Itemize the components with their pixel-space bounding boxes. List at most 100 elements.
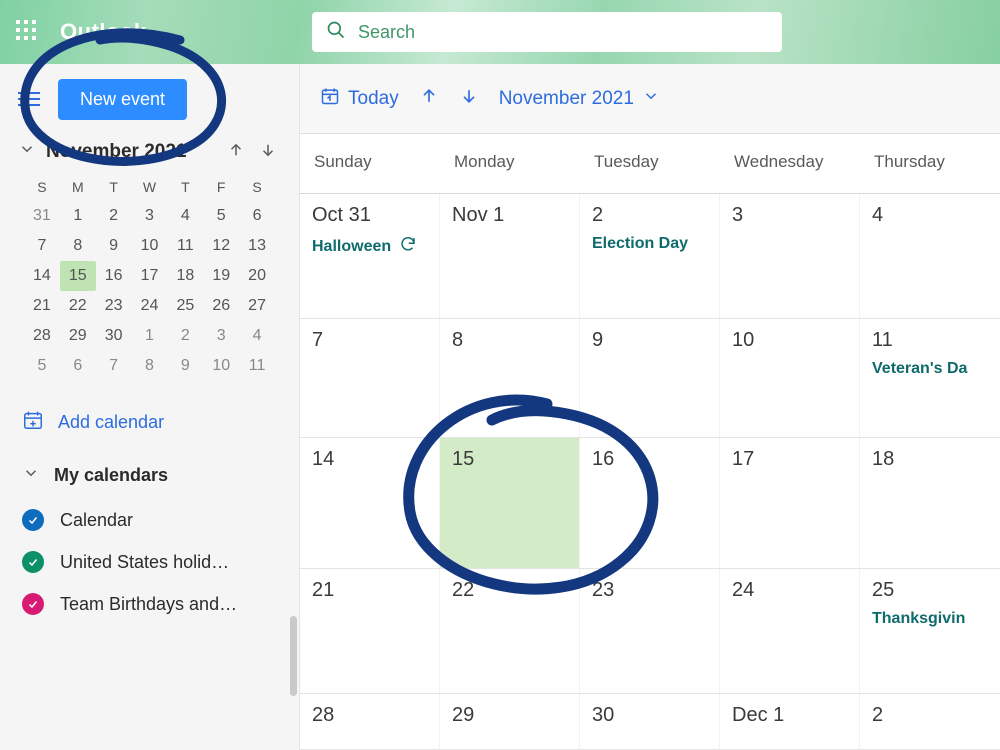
mini-dow-cell: T xyxy=(167,173,203,201)
date-label: 4 xyxy=(872,204,988,227)
mini-date-cell[interactable]: 31 xyxy=(24,201,60,231)
new-event-button[interactable]: New event xyxy=(58,79,187,120)
mini-date-cell[interactable]: 3 xyxy=(132,201,168,231)
date-cell[interactable]: 29 xyxy=(440,694,580,749)
event-label[interactable]: Thanksgivin xyxy=(872,610,988,628)
mini-date-cell[interactable]: 8 xyxy=(60,231,96,261)
date-cell[interactable]: 2 xyxy=(860,694,1000,749)
mini-date-cell[interactable]: 7 xyxy=(96,351,132,381)
mini-calendar-month[interactable]: November 2021 xyxy=(46,141,217,163)
mini-date-cell[interactable]: 19 xyxy=(203,261,239,291)
mini-date-cell[interactable]: 5 xyxy=(203,201,239,231)
mini-date-cell[interactable]: 5 xyxy=(24,351,60,381)
mini-date-cell[interactable]: 11 xyxy=(167,231,203,261)
date-cell[interactable]: 3 xyxy=(720,194,860,318)
app-launcher-icon[interactable] xyxy=(16,20,40,44)
mini-date-cell[interactable]: 8 xyxy=(132,351,168,381)
search-box[interactable] xyxy=(312,12,782,52)
mini-date-cell[interactable]: 4 xyxy=(239,321,275,351)
date-cell[interactable]: 17 xyxy=(720,438,860,568)
mini-date-cell[interactable]: 10 xyxy=(132,231,168,261)
mini-date-cell[interactable]: 15 xyxy=(60,261,96,291)
date-cell[interactable]: 7 xyxy=(300,319,440,437)
date-cell[interactable]: 23 xyxy=(580,569,720,693)
next-month-icon[interactable] xyxy=(259,141,281,163)
date-cell[interactable]: 25Thanksgivin xyxy=(860,569,1000,693)
mini-date-cell[interactable]: 12 xyxy=(203,231,239,261)
date-cell[interactable]: 28 xyxy=(300,694,440,749)
date-cell[interactable]: 9 xyxy=(580,319,720,437)
today-button[interactable]: Today xyxy=(320,86,399,112)
date-cell[interactable]: 30 xyxy=(580,694,720,749)
date-cell[interactable]: 8 xyxy=(440,319,580,437)
chevron-down-icon xyxy=(642,87,660,111)
prev-month-icon[interactable] xyxy=(227,141,249,163)
calendar-list-item[interactable]: United States holid… xyxy=(0,541,299,583)
event-label[interactable]: Halloween xyxy=(312,235,427,258)
date-cell[interactable]: 16 xyxy=(580,438,720,568)
date-cell[interactable]: 2 Election Day xyxy=(580,194,720,318)
mini-date-cell[interactable]: 28 xyxy=(24,321,60,351)
mini-date-cell[interactable]: 6 xyxy=(239,201,275,231)
mini-date-cell[interactable]: 9 xyxy=(167,351,203,381)
mini-date-cell[interactable]: 29 xyxy=(60,321,96,351)
date-cell[interactable]: Oct 31Halloween xyxy=(300,194,440,318)
date-cell[interactable]: 10 xyxy=(720,319,860,437)
mini-date-cell[interactable]: 2 xyxy=(167,321,203,351)
mini-date-cell[interactable]: 4 xyxy=(167,201,203,231)
date-label: 24 xyxy=(732,579,847,602)
mini-date-cell[interactable]: 1 xyxy=(132,321,168,351)
sidebar-scrollbar[interactable] xyxy=(290,616,297,696)
mini-date-cell[interactable]: 6 xyxy=(60,351,96,381)
calendar-group-header[interactable]: My calendars xyxy=(0,456,299,495)
mini-date-cell[interactable]: 23 xyxy=(96,291,132,321)
add-calendar-button[interactable]: Add calendar xyxy=(0,381,299,456)
search-input[interactable] xyxy=(358,22,768,43)
mini-date-cell[interactable]: 9 xyxy=(96,231,132,261)
next-range-icon[interactable] xyxy=(459,86,479,111)
date-label: 2 xyxy=(592,204,707,227)
prev-range-icon[interactable] xyxy=(419,86,439,111)
range-picker[interactable]: November 2021 xyxy=(499,87,660,111)
mini-date-cell[interactable]: 20 xyxy=(239,261,275,291)
mini-date-cell[interactable]: 26 xyxy=(203,291,239,321)
mini-dow-cell: M xyxy=(60,173,96,201)
add-calendar-icon xyxy=(22,409,44,436)
mini-date-cell[interactable]: 22 xyxy=(60,291,96,321)
date-cell[interactable]: 14 xyxy=(300,438,440,568)
event-label[interactable]: Veteran's Da xyxy=(872,360,988,378)
date-cell[interactable]: 18 xyxy=(860,438,1000,568)
date-cell[interactable]: 24 xyxy=(720,569,860,693)
mini-date-cell[interactable]: 10 xyxy=(203,351,239,381)
calendar-list-item[interactable]: Calendar xyxy=(0,499,299,541)
date-cell[interactable]: 22 xyxy=(440,569,580,693)
mini-date-cell[interactable]: 24 xyxy=(132,291,168,321)
mini-date-cell[interactable]: 14 xyxy=(24,261,60,291)
mini-date-cell[interactable]: 2 xyxy=(96,201,132,231)
date-cell[interactable]: Dec 1 xyxy=(720,694,860,749)
mini-date-cell[interactable]: 1 xyxy=(60,201,96,231)
date-cell[interactable]: 4 xyxy=(860,194,1000,318)
weekday-header-cell: Tuesday xyxy=(580,134,720,193)
date-cell[interactable]: 15 xyxy=(440,438,580,568)
calendar-list-item[interactable]: Team Birthdays and… xyxy=(0,583,299,625)
mini-date-cell[interactable]: 7 xyxy=(24,231,60,261)
mini-date-cell[interactable]: 27 xyxy=(239,291,275,321)
mini-date-cell[interactable]: 3 xyxy=(203,321,239,351)
date-cell[interactable]: Nov 1 xyxy=(440,194,580,318)
mini-date-cell[interactable]: 11 xyxy=(239,351,275,381)
date-cell[interactable]: 21 xyxy=(300,569,440,693)
mini-date-cell[interactable]: 13 xyxy=(239,231,275,261)
event-label[interactable]: Election Day xyxy=(592,235,707,253)
mini-date-cell[interactable]: 16 xyxy=(96,261,132,291)
mini-date-cell[interactable]: 30 xyxy=(96,321,132,351)
mini-date-cell[interactable]: 21 xyxy=(24,291,60,321)
hamburger-icon[interactable] xyxy=(18,92,40,106)
mini-date-cell[interactable]: 17 xyxy=(132,261,168,291)
calendar-color-icon xyxy=(22,551,44,573)
mini-date-cell[interactable]: 25 xyxy=(167,291,203,321)
mini-date-cell[interactable]: 18 xyxy=(167,261,203,291)
month-row: 212223 24 25Thanksgivin xyxy=(300,569,1000,694)
chevron-down-icon[interactable] xyxy=(18,140,36,163)
date-cell[interactable]: 11Veteran's Da xyxy=(860,319,1000,437)
